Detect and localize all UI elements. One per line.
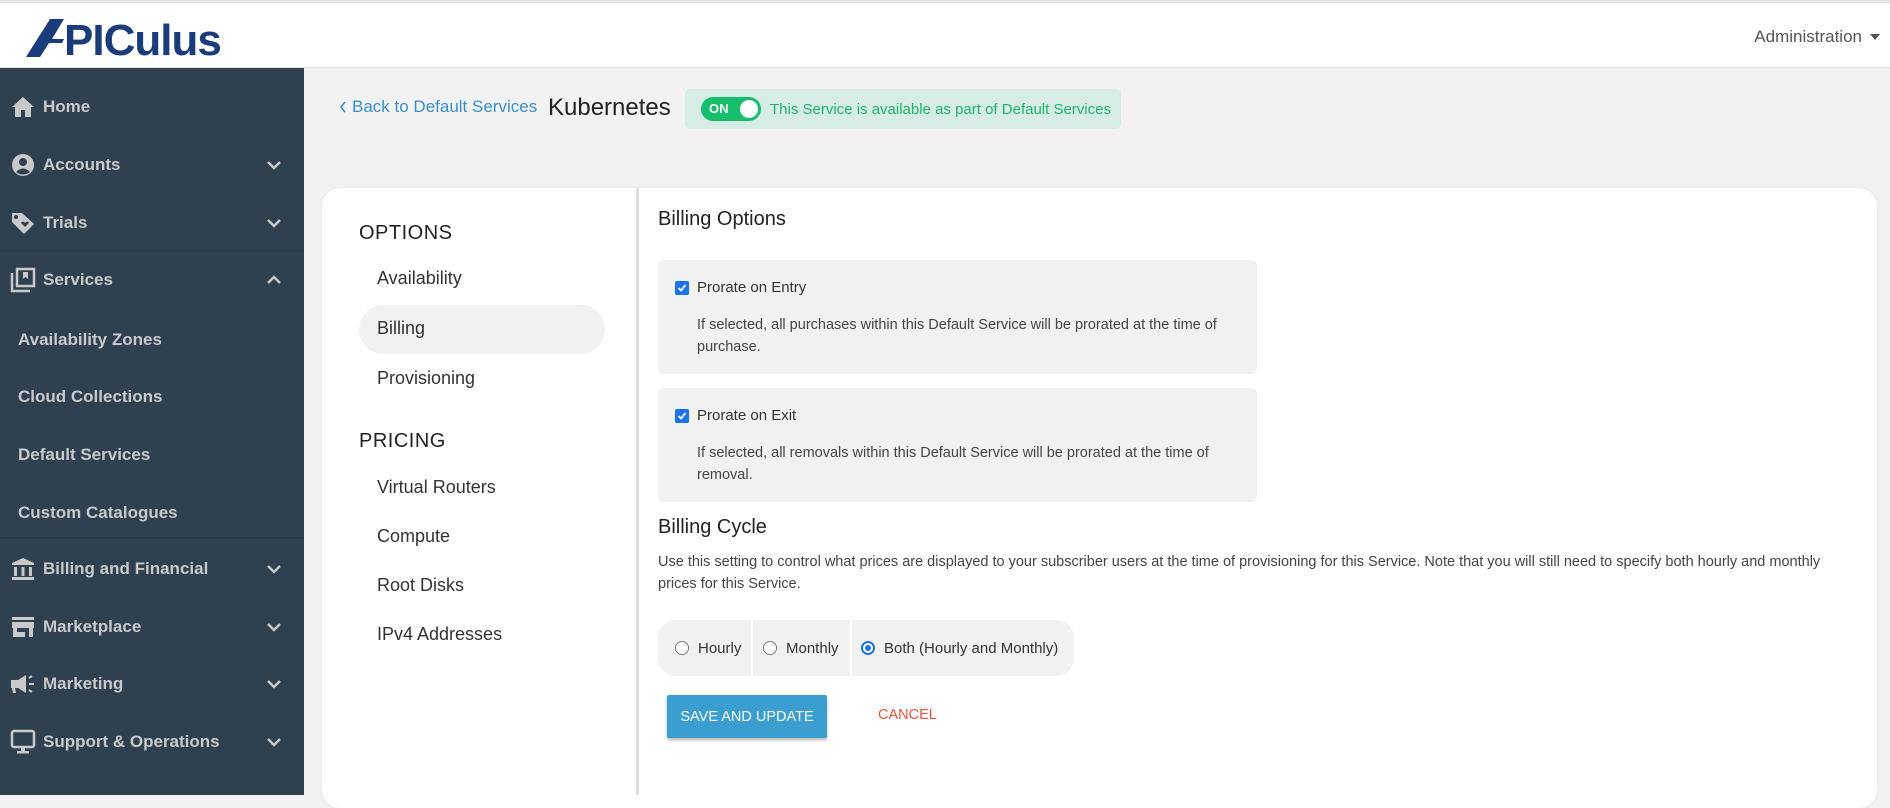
availability-badge: ON This Service is available as part of … bbox=[685, 89, 1121, 129]
sidebar-subitem-default-services[interactable]: Default Services bbox=[18, 445, 150, 465]
sidebar-item-accounts[interactable]: Accounts bbox=[0, 137, 304, 193]
sidebar-divider bbox=[0, 537, 304, 539]
radio-unchecked-icon bbox=[763, 641, 777, 655]
save-and-update-button[interactable]: SAVE AND UPDATE bbox=[667, 695, 827, 738]
bank-icon bbox=[10, 556, 36, 582]
radio-both[interactable]: Both (Hourly and Monthly) bbox=[852, 620, 1074, 676]
options-item-billing[interactable]: Billing bbox=[377, 318, 425, 339]
billing-options-heading: Billing Options bbox=[658, 208, 786, 231]
checkbox-checked-icon bbox=[675, 409, 689, 423]
sidebar-item-support-operations[interactable]: Support & Operations bbox=[0, 714, 304, 770]
sidebar-item-marketplace[interactable]: Marketplace bbox=[0, 599, 304, 655]
toggle-knob bbox=[740, 100, 758, 118]
options-item-provisioning[interactable]: Provisioning bbox=[377, 368, 475, 389]
svg-text:PICulus: PICulus bbox=[64, 16, 221, 61]
services-icon bbox=[10, 267, 36, 293]
sidebar-item-marketing[interactable]: Marketing bbox=[0, 656, 304, 712]
radio-checked-icon bbox=[861, 641, 875, 655]
billing-cycle-radio-group: Hourly Monthly Both (Hourly and Monthly) bbox=[658, 620, 1074, 676]
header: PICulus Administration bbox=[0, 3, 1890, 68]
chevron-up-icon[interactable] bbox=[260, 275, 288, 285]
sidebar: Home Accounts Trials Services Availabili… bbox=[0, 68, 304, 795]
billing-cycle-description: Use this setting to control what prices … bbox=[658, 551, 1838, 595]
checkbox-checked-icon bbox=[675, 281, 689, 295]
back-link-label: Back to Default Services bbox=[352, 97, 537, 117]
options-section-title: OPTIONS bbox=[359, 222, 453, 245]
monitor-icon bbox=[10, 729, 36, 755]
sidebar-subitem-custom-catalogues[interactable]: Custom Catalogues bbox=[18, 503, 178, 523]
prorate-exit-checkbox[interactable]: Prorate on Exit bbox=[675, 407, 796, 424]
chevron-down-icon[interactable] bbox=[260, 679, 288, 689]
toggle-label: ON bbox=[709, 101, 729, 116]
radio-unchecked-icon bbox=[675, 641, 689, 655]
sidebar-subitem-availability-zones[interactable]: Availability Zones bbox=[18, 330, 162, 350]
chevron-down-icon[interactable] bbox=[260, 564, 288, 574]
pricing-section-title: PRICING bbox=[359, 430, 446, 453]
prorate-entry-checkbox[interactable]: Prorate on Entry bbox=[675, 279, 806, 296]
panel-divider bbox=[636, 188, 639, 795]
chevron-down-icon[interactable] bbox=[260, 737, 288, 747]
sidebar-item-billing-and-financial[interactable]: Billing and Financial bbox=[0, 541, 304, 597]
prorate-exit-label: Prorate on Exit bbox=[697, 407, 796, 424]
prorate-entry-box: Prorate on Entry If selected, all purcha… bbox=[658, 260, 1257, 374]
user-menu[interactable]: Administration bbox=[1754, 27, 1880, 47]
prorate-entry-description: If selected, all purchases within this D… bbox=[697, 314, 1237, 358]
cancel-button[interactable]: CANCEL bbox=[878, 707, 937, 723]
availability-message: This Service is available as part of Def… bbox=[770, 101, 1111, 118]
user-menu-label: Administration bbox=[1754, 27, 1862, 47]
pricing-item-root-disks[interactable]: Root Disks bbox=[377, 575, 464, 596]
home-icon bbox=[10, 94, 36, 120]
service-availability-toggle[interactable]: ON bbox=[701, 97, 761, 121]
options-item-availability[interactable]: Availability bbox=[377, 268, 462, 289]
chevron-down-icon[interactable] bbox=[260, 160, 288, 170]
prorate-exit-description: If selected, all removals within this De… bbox=[697, 442, 1237, 486]
radio-hourly[interactable]: Hourly bbox=[658, 620, 753, 676]
caret-down-icon bbox=[1870, 34, 1880, 40]
back-to-default-services-link[interactable]: Back to Default Services bbox=[339, 97, 537, 117]
page-title: Kubernetes bbox=[548, 94, 671, 122]
radio-monthly[interactable]: Monthly bbox=[753, 620, 852, 676]
prorate-exit-box: Prorate on Exit If selected, all removal… bbox=[658, 388, 1257, 502]
prorate-entry-label: Prorate on Entry bbox=[697, 279, 806, 296]
chevron-down-icon[interactable] bbox=[260, 622, 288, 632]
pricing-item-ipv4-addresses[interactable]: IPv4 Addresses bbox=[377, 624, 502, 645]
apiculus-logo[interactable]: PICulus bbox=[24, 11, 254, 61]
pricing-item-compute[interactable]: Compute bbox=[377, 526, 450, 547]
sidebar-item-trials[interactable]: Trials bbox=[0, 195, 304, 251]
billing-cycle-heading: Billing Cycle bbox=[658, 516, 767, 539]
sidebar-item-home[interactable]: Home bbox=[0, 79, 304, 135]
user-circle-icon bbox=[10, 152, 36, 178]
tag-heart-icon bbox=[10, 210, 36, 236]
chevron-down-icon[interactable] bbox=[260, 218, 288, 228]
store-icon bbox=[10, 614, 36, 640]
sidebar-subitem-cloud-collections[interactable]: Cloud Collections bbox=[18, 387, 163, 407]
megaphone-icon bbox=[10, 671, 36, 697]
sidebar-item-services[interactable]: Services bbox=[0, 252, 304, 308]
pricing-item-virtual-routers[interactable]: Virtual Routers bbox=[377, 477, 496, 498]
chevron-left-icon bbox=[339, 100, 347, 114]
